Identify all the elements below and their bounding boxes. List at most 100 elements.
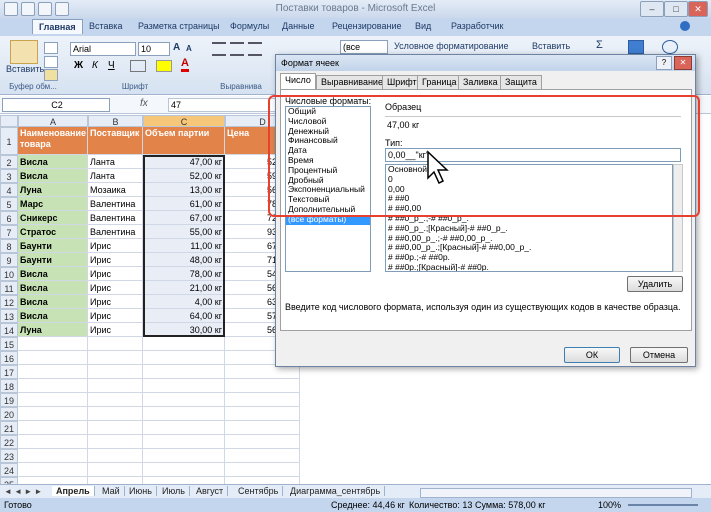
data-cell[interactable]: Ирис bbox=[88, 295, 143, 309]
data-cell[interactable]: Марс bbox=[18, 197, 88, 211]
row-header[interactable]: 7 bbox=[0, 225, 18, 239]
data-cell[interactable]: Ирис bbox=[88, 253, 143, 267]
row-header[interactable]: 21 bbox=[0, 421, 18, 435]
data-cell[interactable]: Валентина bbox=[88, 197, 143, 211]
help-icon[interactable] bbox=[680, 21, 690, 31]
zoom-slider[interactable] bbox=[628, 504, 698, 506]
data-cell[interactable]: Ирис bbox=[88, 267, 143, 281]
empty-cell[interactable] bbox=[18, 379, 88, 393]
type-code-item[interactable]: # ##0р.;[Красный]-# ##0р. bbox=[386, 262, 672, 271]
data-cell[interactable]: Ланта bbox=[88, 155, 143, 169]
data-cell[interactable]: Ирис bbox=[88, 239, 143, 253]
row-header[interactable]: 22 bbox=[0, 435, 18, 449]
type-list-scrollbar[interactable] bbox=[673, 164, 683, 272]
data-cell[interactable]: Сникерс bbox=[18, 211, 88, 225]
empty-cell[interactable] bbox=[88, 421, 143, 435]
insert-cells-button[interactable]: Вставить bbox=[532, 41, 570, 51]
column-header-a[interactable]: A bbox=[18, 115, 88, 127]
header-cell[interactable]: Поставщик bbox=[88, 127, 143, 155]
data-cell[interactable]: Висла bbox=[18, 169, 88, 183]
empty-cell[interactable] bbox=[88, 463, 143, 477]
row-header[interactable]: 12 bbox=[0, 295, 18, 309]
data-cell[interactable]: Ланта bbox=[88, 169, 143, 183]
row-header[interactable]: 11 bbox=[0, 281, 18, 295]
delete-button[interactable]: Удалить bbox=[627, 276, 683, 292]
dialog-help-button[interactable]: ? bbox=[656, 56, 672, 70]
tab-font[interactable]: Шрифт bbox=[382, 75, 422, 89]
row-header[interactable]: 18 bbox=[0, 379, 18, 393]
empty-cell[interactable] bbox=[225, 365, 300, 379]
data-cell[interactable]: Висла bbox=[18, 309, 88, 323]
shrink-font-icon[interactable]: A bbox=[186, 44, 192, 53]
horizontal-scrollbar[interactable] bbox=[420, 488, 692, 498]
minimize-button[interactable]: ‒ bbox=[640, 1, 664, 17]
empty-cell[interactable] bbox=[143, 449, 225, 463]
tab-number[interactable]: Число bbox=[280, 73, 316, 90]
sheet-tab-chart-september[interactable]: Диаграмма_сентябрь bbox=[286, 486, 386, 496]
empty-cell[interactable] bbox=[18, 365, 88, 379]
data-cell[interactable]: Валентина bbox=[88, 225, 143, 239]
align-bottom-icon[interactable] bbox=[248, 42, 262, 56]
column-header-c[interactable]: C bbox=[143, 115, 225, 127]
tab-page-layout[interactable]: Разметка страницы bbox=[138, 21, 220, 31]
row-header[interactable]: 10 bbox=[0, 267, 18, 281]
tab-developer[interactable]: Разработчик bbox=[451, 21, 503, 31]
cancel-button[interactable]: Отмена bbox=[630, 347, 688, 363]
empty-cell[interactable] bbox=[18, 421, 88, 435]
empty-cell[interactable] bbox=[143, 421, 225, 435]
empty-cell[interactable] bbox=[18, 407, 88, 421]
data-cell[interactable]: Баунти bbox=[18, 253, 88, 267]
data-cell[interactable]: Висла bbox=[18, 267, 88, 281]
ok-button[interactable]: ОК bbox=[564, 347, 620, 363]
empty-cell[interactable] bbox=[143, 393, 225, 407]
row-header[interactable]: 24 bbox=[0, 463, 18, 477]
data-cell[interactable]: Висла bbox=[18, 281, 88, 295]
tab-fill[interactable]: Заливка bbox=[458, 75, 503, 89]
empty-cell[interactable] bbox=[18, 337, 88, 351]
tab-formulas[interactable]: Формулы bbox=[230, 21, 269, 31]
select-all-corner[interactable] bbox=[0, 115, 18, 127]
category-list[interactable]: Общий Числовой Денежный Финансовый Дата Время… bbox=[285, 106, 371, 272]
empty-cell[interactable] bbox=[225, 463, 300, 477]
number-format-box[interactable]: (все форматы bbox=[340, 40, 388, 64]
empty-cell[interactable] bbox=[143, 365, 225, 379]
empty-cell[interactable] bbox=[225, 379, 300, 393]
empty-cell[interactable] bbox=[88, 351, 143, 365]
empty-cell[interactable] bbox=[88, 337, 143, 351]
row-header[interactable]: 15 bbox=[0, 337, 18, 351]
data-cell[interactable]: Ирис bbox=[88, 309, 143, 323]
sheet-tab-june[interactable]: Июнь bbox=[125, 486, 157, 496]
tab-insert[interactable]: Вставка bbox=[89, 21, 122, 31]
empty-cell[interactable] bbox=[18, 463, 88, 477]
data-cell[interactable]: Ирис bbox=[88, 281, 143, 295]
clipboard-icon[interactable] bbox=[10, 40, 38, 64]
bold-icon[interactable]: Ж bbox=[74, 60, 83, 71]
header-cell[interactable]: Наименование товара bbox=[18, 127, 88, 155]
align-top-icon[interactable] bbox=[212, 42, 226, 56]
grow-font-icon[interactable]: A bbox=[173, 42, 180, 53]
tab-home[interactable]: Главная bbox=[32, 19, 83, 34]
sort-filter-icon[interactable] bbox=[628, 40, 644, 54]
dialog-close-button[interactable]: ✕ bbox=[674, 56, 692, 70]
data-cell[interactable]: Луна bbox=[18, 183, 88, 197]
empty-cell[interactable] bbox=[18, 393, 88, 407]
row-header[interactable]: 3 bbox=[0, 169, 18, 183]
tab-view[interactable]: Вид bbox=[415, 21, 431, 31]
maximize-button[interactable]: □ bbox=[664, 1, 688, 17]
data-cell[interactable]: Луна bbox=[18, 323, 88, 337]
empty-cell[interactable] bbox=[143, 435, 225, 449]
tab-review[interactable]: Рецензирование bbox=[332, 21, 402, 31]
row-header[interactable]: 19 bbox=[0, 393, 18, 407]
row-header[interactable]: 23 bbox=[0, 449, 18, 463]
copy-icon[interactable] bbox=[44, 56, 58, 68]
data-cell[interactable]: Висла bbox=[18, 155, 88, 169]
empty-cell[interactable] bbox=[88, 365, 143, 379]
data-cell[interactable]: Ирис bbox=[88, 323, 143, 337]
empty-cell[interactable] bbox=[225, 393, 300, 407]
find-icon[interactable] bbox=[662, 40, 678, 54]
tab-data[interactable]: Данные bbox=[282, 21, 315, 31]
format-painter-icon[interactable] bbox=[44, 69, 58, 81]
font-color-icon[interactable]: A bbox=[181, 58, 189, 72]
empty-cell[interactable] bbox=[18, 449, 88, 463]
name-box[interactable]: C2 bbox=[2, 98, 110, 112]
